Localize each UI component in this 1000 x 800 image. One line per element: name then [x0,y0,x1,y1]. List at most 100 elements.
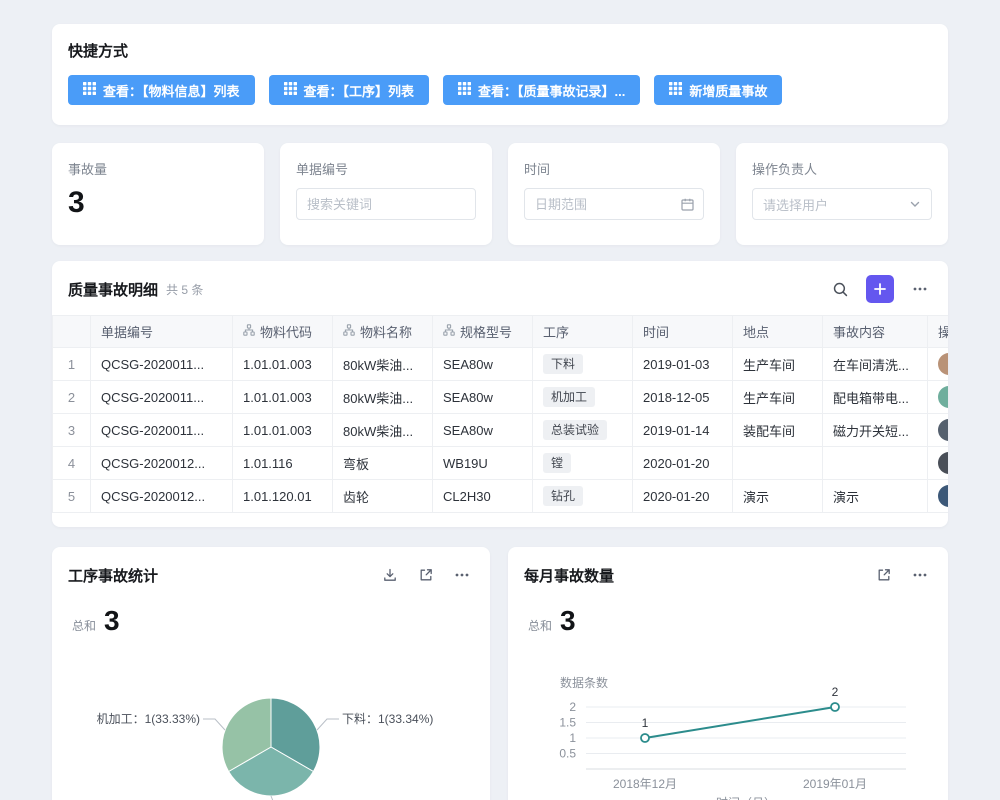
data-point[interactable] [641,734,649,742]
table-row[interactable]: 3 QCSG-2020011... 1.01.01.003 80kW柴油... … [53,414,949,447]
line-total-value: 3 [560,605,576,637]
calendar-icon [680,197,695,212]
shortcut-button-label: 查看：【质量事故记录】... [478,81,625,100]
cell-process: 总装试验 [533,414,633,447]
column-header-index [53,316,91,348]
y-axis-title: 数据条数 [560,675,608,690]
more-menu-icon[interactable] [908,277,932,301]
cell-place: 演示 [733,480,823,513]
table-row[interactable]: 2 QCSG-2020011... 1.01.01.003 80kW柴油... … [53,381,949,414]
table-row[interactable]: 1 QCSG-2020011... 1.01.01.003 80kW柴油... … [53,348,949,381]
x-tick: 2018年12月 [613,777,677,791]
x-axis-title: 时间（月） [716,796,776,800]
open-external-icon[interactable] [872,563,896,587]
process-tag: 总装试验 [543,420,607,440]
cell-material-code: 1.01.01.003 [233,414,333,447]
cell-operator [928,447,949,480]
accident-detail-card: 质量事故明细 共 5 条 单据编号 物料代码 物料名称 规格型号 工序 [52,261,948,527]
grid-icon [83,82,96,98]
grid-icon [284,82,297,98]
open-external-icon[interactable] [414,563,438,587]
column-header-material-name[interactable]: 物料名称 [333,316,433,348]
doc-no-filter-card: 单据编号 [280,143,492,245]
accident-count-card: 事故量 3 [52,143,264,245]
date-range-input[interactable] [524,188,704,220]
column-header-process[interactable]: 工序 [533,316,633,348]
cell-operator [928,348,949,381]
cell-time: 2020-01-20 [633,480,733,513]
row-index: 5 [53,480,91,513]
data-point[interactable] [831,703,839,711]
cell-material-name: 80kW柴油... [333,381,433,414]
column-header-doc-no[interactable]: 单据编号 [91,316,233,348]
pie-label-xialiao: 下料：1(33.34%) [342,712,433,726]
column-header-material-code[interactable]: 物料代码 [233,316,333,348]
column-header-spec[interactable]: 规格型号 [433,316,533,348]
shortcut-button-process-list[interactable]: 查看：【工序】列表 [269,75,430,105]
shortcut-button-new-accident[interactable]: 新增质量事故 [654,75,782,105]
shortcut-button-label: 新增质量事故 [689,81,767,100]
shortcut-button-accident-record-list[interactable]: 查看：【质量事故记录】... [443,75,640,105]
cell-place: 装配车间 [733,414,823,447]
relation-icon [343,324,355,339]
search-icon[interactable] [828,277,852,301]
cell-content: 磁力开关短... [823,414,928,447]
row-index: 1 [53,348,91,381]
more-menu-icon[interactable] [908,563,932,587]
table-header-row: 单据编号 物料代码 物料名称 规格型号 工序 时间 地点 事故内容 操作负责人 [53,316,949,348]
doc-no-filter-label: 单据编号 [296,159,476,178]
pie-chart-title: 工序事故统计 [68,565,158,586]
data-point-label: 1 [642,716,649,730]
user-select[interactable]: 请选择用户 [752,188,932,220]
grid-icon [669,82,682,98]
shortcut-button-label: 查看：【工序】列表 [304,81,415,100]
cell-content: 配电箱带电... [823,381,928,414]
cell-spec: WB19U [433,447,533,480]
cell-material-name: 弯板 [333,447,433,480]
table-title: 质量事故明细 [68,279,158,300]
filter-row: 事故量 3 单据编号 时间 操作负责人 请选择用户 [52,143,948,245]
avatar [938,452,948,474]
cell-time: 2019-01-14 [633,414,733,447]
monthly-accident-count-card: 每月事故数量 总和 3 数据条数 2 1.5 1 0.5 [508,547,948,800]
accident-count-label: 事故量 [68,159,248,178]
table-row[interactable]: 5 QCSG-2020012... 1.01.120.01 齿轮 CL2H30 … [53,480,949,513]
cell-material-code: 1.01.116 [233,447,333,480]
operator-filter-label: 操作负责人 [752,159,932,178]
add-record-button[interactable] [866,275,894,303]
x-tick: 2019年01月 [803,777,867,791]
cell-material-name: 80kW柴油... [333,348,433,381]
cell-content [823,447,928,480]
y-tick: 0.5 [559,747,576,761]
column-header-time[interactable]: 时间 [633,316,733,348]
more-menu-icon[interactable] [450,563,474,587]
download-icon[interactable] [378,563,402,587]
cell-time: 2018-12-05 [633,381,733,414]
shortcuts-title: 快捷方式 [68,40,932,61]
table-row[interactable]: 4 QCSG-2020012... 1.01.116 弯板 WB19U 镗 20… [53,447,949,480]
process-tag: 机加工 [543,387,595,407]
grid-icon [458,82,471,98]
shortcut-button-material-list[interactable]: 查看：【物料信息】列表 [68,75,255,105]
data-point-label: 2 [832,685,839,699]
relation-icon [243,324,255,339]
process-tag: 镗 [543,453,571,473]
cell-material-name: 80kW柴油... [333,414,433,447]
avatar [938,353,948,375]
cell-time: 2020-01-20 [633,447,733,480]
accident-table: 单据编号 物料代码 物料名称 规格型号 工序 时间 地点 事故内容 操作负责人 … [52,315,948,513]
cell-place: 生产车间 [733,381,823,414]
cell-doc-no: QCSG-2020012... [91,480,233,513]
relation-icon [443,324,455,339]
process-tag: 下料 [543,354,583,374]
operator-filter-card: 操作负责人 请选择用户 [736,143,948,245]
y-tick: 1 [569,731,576,745]
cell-operator [928,414,949,447]
column-header-place[interactable]: 地点 [733,316,823,348]
column-header-content[interactable]: 事故内容 [823,316,928,348]
shortcut-button-label: 查看：【物料信息】列表 [103,81,240,100]
doc-search-input[interactable] [296,188,476,220]
cell-place: 生产车间 [733,348,823,381]
pie-chart: 机加工：1(33.33%) 下料：1(33.34%) 总装试验：1(33.33%… [52,651,490,800]
column-header-operator[interactable]: 操作负责人 [928,316,949,348]
